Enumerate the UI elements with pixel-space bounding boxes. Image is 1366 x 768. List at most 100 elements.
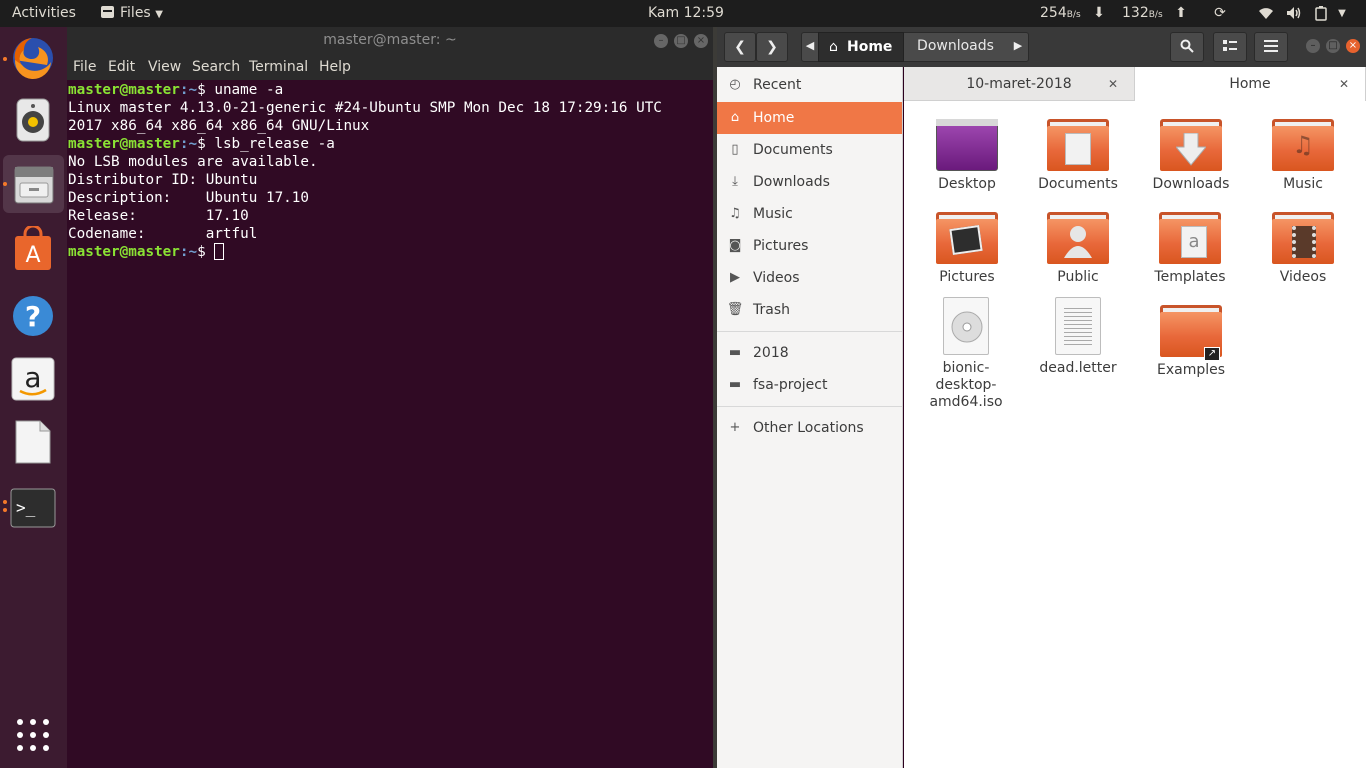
- sidebar-item-other-locations[interactable]: + Other Locations: [717, 412, 902, 444]
- files-close-button[interactable]: ×: [1346, 39, 1360, 53]
- back-button[interactable]: ❮: [724, 32, 756, 62]
- svg-text:a: a: [24, 361, 41, 394]
- dock: A ? a >_: [0, 27, 67, 768]
- terminal-output[interactable]: master@master:~$ uname -a Linux master 4.…: [67, 80, 713, 768]
- arrow-up-icon: ⬆: [1175, 5, 1187, 21]
- ubuntu-software-icon[interactable]: A: [10, 224, 56, 272]
- sidebar-separator: [717, 406, 902, 407]
- sidebar-item-bookmark-fsa-project[interactable]: ▬ fsa-project: [717, 369, 902, 401]
- files-headerbar: ❮ ❯ ◀ ▶ – □ ×: [717, 27, 1366, 67]
- documents-folder-icon: [1047, 119, 1109, 171]
- item-public[interactable]: Public: [1022, 212, 1134, 286]
- terminal-line: Release: 17.10: [68, 208, 249, 224]
- sidebar-item-trash[interactable]: 🗑 Trash: [717, 294, 902, 326]
- libreoffice-writer-icon[interactable]: [10, 419, 56, 465]
- terminal-line: master@master:~$ uname -a: [68, 82, 284, 98]
- item-music[interactable]: ♫ Music: [1247, 119, 1359, 193]
- app-menu-label: Files: [120, 5, 151, 21]
- path-left-arrow-icon[interactable]: ◀: [801, 32, 819, 62]
- terminal-title: master@master: ~: [323, 32, 457, 48]
- examples-folder-icon: ↗: [1160, 305, 1222, 361]
- running-indicator: [3, 182, 7, 186]
- files-tabbar: 10-maret-2018 ✕ Home ✕: [904, 67, 1366, 101]
- tab-home[interactable]: Home ✕: [1134, 67, 1366, 101]
- path-home-button[interactable]: ⌂ Home: [818, 32, 904, 62]
- terminal-titlebar[interactable]: master@master: ~ – □ ×: [67, 27, 713, 54]
- sidebar-item-music[interactable]: ♫ Music: [717, 198, 902, 230]
- system-menu-chevron-icon[interactable]: ▼: [1334, 6, 1350, 21]
- path-downloads-button[interactable]: Downloads: [904, 32, 1007, 62]
- running-indicator: [3, 508, 7, 512]
- clock[interactable]: Kam 12:59: [648, 0, 724, 27]
- menu-edit[interactable]: Edit: [108, 59, 135, 75]
- item-bionic-iso[interactable]: bionic-desktop-amd64.iso: [910, 297, 1022, 411]
- app-menu[interactable]: Files ▼: [101, 0, 163, 27]
- home-icon: ⌂: [730, 110, 740, 125]
- camera-icon: ◙: [728, 238, 742, 253]
- menu-file[interactable]: File: [73, 59, 96, 75]
- sidebar-separator: [717, 331, 902, 332]
- minimize-button[interactable]: –: [654, 34, 668, 48]
- item-examples[interactable]: ↗ Examples: [1135, 305, 1247, 379]
- view-options-button[interactable]: [1213, 32, 1247, 62]
- files-content: Desktop Documents Downloads ♫ Music Pict…: [904, 101, 1366, 768]
- menu-button[interactable]: [1254, 32, 1288, 62]
- text-file-icon: [1055, 297, 1101, 355]
- menu-search[interactable]: Search: [192, 59, 240, 75]
- top-bar: Activities Files ▼ Kam 12:59 254B/s ⬇ 13…: [0, 0, 1366, 27]
- forward-button[interactable]: ❯: [756, 32, 788, 62]
- sidebar-item-videos[interactable]: ▶ Videos: [717, 262, 902, 294]
- item-downloads[interactable]: Downloads: [1135, 119, 1247, 193]
- search-icon: [1180, 39, 1194, 53]
- download-icon: ⤓: [732, 174, 738, 189]
- search-button[interactable]: [1170, 32, 1204, 62]
- maximize-button[interactable]: □: [674, 34, 688, 48]
- sidebar-item-pictures[interactable]: ◙ Pictures: [717, 230, 902, 262]
- item-documents[interactable]: Documents: [1022, 119, 1134, 193]
- video-icon: ▶: [730, 270, 740, 285]
- amazon-icon[interactable]: a: [10, 356, 56, 402]
- sidebar-item-downloads[interactable]: ⤓ Downloads: [717, 166, 902, 198]
- svg-text:A: A: [25, 243, 40, 268]
- menu-view[interactable]: View: [148, 59, 181, 75]
- terminal-line: Linux master 4.13.0-21-generic #24-Ubunt…: [68, 100, 662, 116]
- sidebar-item-recent[interactable]: ◴ Recent: [717, 69, 902, 101]
- sync-icon[interactable]: ⟳: [1212, 6, 1228, 21]
- close-button[interactable]: ×: [694, 34, 708, 48]
- tab-10-maret-2018[interactable]: 10-maret-2018 ✕: [904, 67, 1134, 101]
- tab-close-icon[interactable]: ✕: [1108, 67, 1118, 101]
- list-view-icon: [1223, 40, 1237, 51]
- clock-icon: ◴: [729, 77, 741, 92]
- files-maximize-button[interactable]: □: [1326, 39, 1340, 53]
- document-icon: ▯: [731, 142, 739, 157]
- link-arrow-icon: ↗: [1204, 347, 1220, 361]
- arrow-down-icon: ⬇: [1093, 5, 1105, 21]
- item-pictures[interactable]: Pictures: [911, 212, 1023, 286]
- menu-terminal[interactable]: Terminal: [249, 59, 308, 75]
- rhythmbox-icon[interactable]: [10, 97, 56, 143]
- battery-icon[interactable]: [1314, 6, 1330, 21]
- help-icon[interactable]: ?: [10, 293, 56, 339]
- downloads-folder-icon: [1160, 119, 1222, 171]
- terminal-line: No LSB modules are available.: [68, 154, 318, 170]
- sidebar-item-bookmark-2018[interactable]: ▬ 2018: [717, 337, 902, 369]
- firefox-icon[interactable]: [10, 35, 56, 81]
- menu-help[interactable]: Help: [319, 59, 351, 75]
- item-dead-letter[interactable]: dead.letter: [1022, 297, 1134, 377]
- sidebar-item-documents[interactable]: ▯ Documents: [717, 134, 902, 166]
- item-desktop[interactable]: Desktop: [911, 119, 1023, 193]
- path-right-arrow-icon[interactable]: ▶: [1009, 32, 1027, 62]
- item-videos[interactable]: Videos: [1247, 212, 1359, 286]
- files-dock-icon[interactable]: [3, 155, 64, 213]
- tab-close-icon[interactable]: ✕: [1339, 67, 1349, 101]
- item-templates[interactable]: a Templates: [1134, 212, 1246, 286]
- sidebar-item-home[interactable]: ⌂ Home: [717, 102, 902, 134]
- volume-icon[interactable]: [1286, 6, 1302, 21]
- templates-folder-icon: a: [1159, 212, 1221, 264]
- files-minimize-button[interactable]: –: [1306, 39, 1320, 53]
- show-applications-icon[interactable]: [10, 712, 56, 758]
- terminal-dock-icon[interactable]: >_: [10, 485, 56, 531]
- terminal-line: master@master:~$ lsb_release -a: [68, 136, 335, 152]
- activities-button[interactable]: Activities: [12, 0, 76, 27]
- wifi-icon[interactable]: [1258, 6, 1274, 21]
